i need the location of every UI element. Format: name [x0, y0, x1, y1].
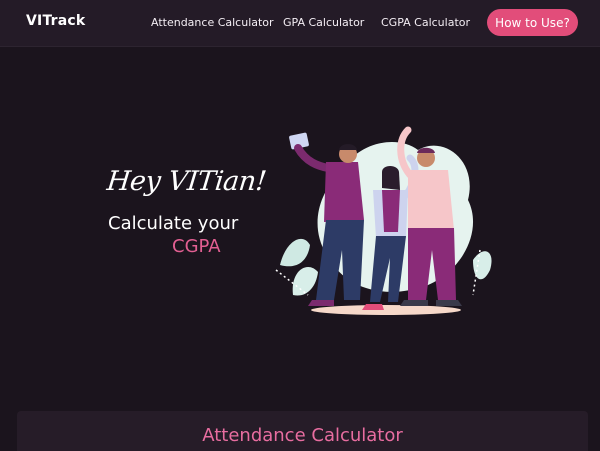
nav-link-cgpa-calculator[interactable]: CGPA Calculator [381, 16, 470, 29]
person-middle-shoe [362, 304, 384, 310]
how-to-use-button[interactable]: How to Use? [487, 9, 578, 36]
navbar: VITrack Attendance Calculator GPA Calcul… [0, 0, 600, 47]
hero-typed-word: CGPA [172, 236, 221, 257]
person-right-shoe-2 [436, 300, 462, 306]
person-middle-shirt [382, 190, 400, 232]
leaf-left-icon [280, 238, 310, 267]
person-left-hair [339, 144, 357, 150]
nav-link-attendance-calculator[interactable]: Attendance Calculator [151, 16, 274, 29]
ground-shadow [311, 305, 461, 315]
site-logo[interactable]: VITrack [26, 13, 85, 29]
person-middle-hair [382, 166, 400, 190]
person-right-shoe [400, 300, 428, 306]
attendance-calculator-section: Attendance Calculator [17, 411, 588, 451]
friends-selfie-illustration [275, 126, 492, 315]
nav-link-gpa-calculator[interactable]: GPA Calculator [283, 16, 364, 29]
person-left-shoe [308, 300, 334, 306]
person-left-arm [294, 144, 332, 172]
person-right-shirt [408, 170, 454, 230]
hero-calculate-text: Calculate your [108, 213, 239, 234]
leaf-left-lower-icon [292, 266, 318, 296]
section-title: Attendance Calculator [202, 425, 403, 446]
person-left-jacket [324, 162, 364, 222]
hero-greeting: Hey VITian! [105, 166, 268, 197]
